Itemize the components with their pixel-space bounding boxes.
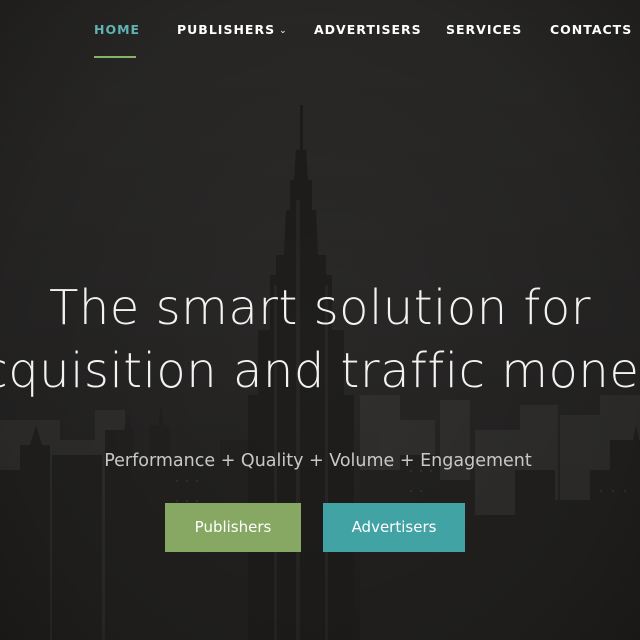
- hero-title-line2: cquisition and traffic monet: [0, 343, 640, 399]
- landing-page: HOME PUBLISHERS ⌄ ADVERTISERS SERVICES CO…: [0, 0, 640, 640]
- publishers-button[interactable]: Publishers: [165, 503, 301, 552]
- nav-active-underline: [94, 56, 136, 58]
- nav-item-contacts[interactable]: CONTACTS: [550, 22, 632, 37]
- top-navigation: HOME PUBLISHERS ⌄ ADVERTISERS SERVICES CO…: [0, 0, 640, 62]
- nav-item-publishers[interactable]: PUBLISHERS ⌄: [177, 22, 288, 37]
- hero-title-line1: The smart solution for: [49, 280, 591, 336]
- nav-item-advertisers[interactable]: ADVERTISERS: [314, 22, 422, 37]
- nav-item-home[interactable]: HOME: [94, 22, 140, 37]
- advertisers-button[interactable]: Advertisers: [323, 503, 465, 552]
- chevron-down-icon: ⌄: [279, 26, 288, 36]
- hero-tagline: Performance + Quality + Volume + Engagem…: [104, 451, 532, 471]
- nav-item-services[interactable]: SERVICES: [446, 22, 522, 37]
- nav-item-publishers-label: PUBLISHERS: [177, 22, 276, 37]
